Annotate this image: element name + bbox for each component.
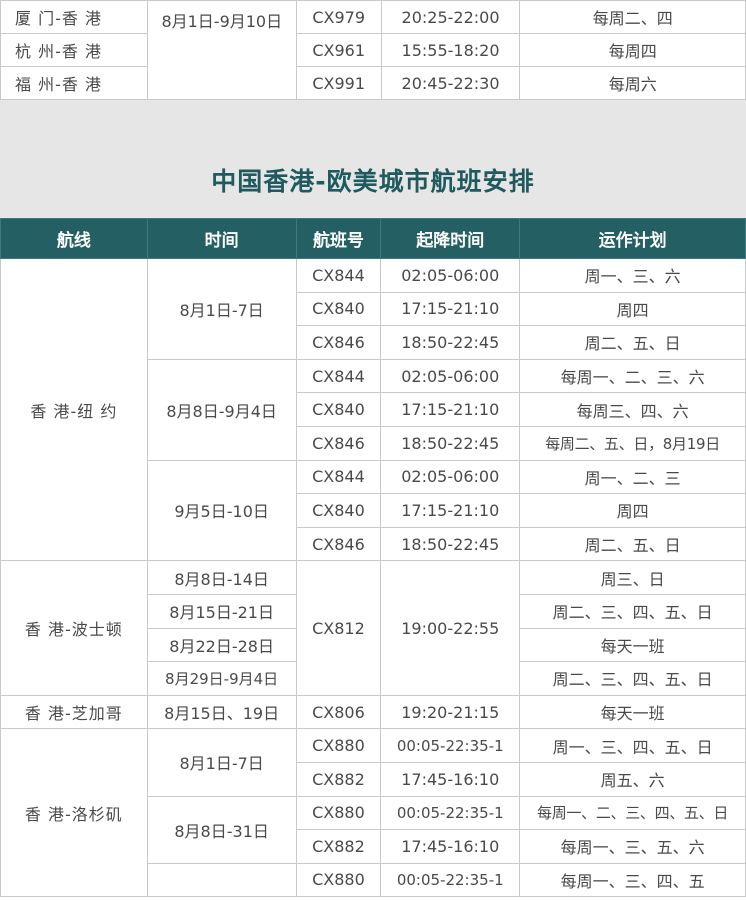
flight-cell: CX840	[295, 291, 382, 327]
flight-cell: CX844	[295, 358, 382, 394]
plan-cell: 每周一、三、四、五	[519, 862, 746, 898]
time-cell: 18:50-22:45	[380, 526, 521, 562]
plan-cell: 周五、六	[519, 761, 746, 797]
route-cell: 杭 州-香 港	[0, 33, 148, 67]
time-cell: 17:15-21:10	[380, 392, 521, 427]
table-row: 厦 门-香 港 8月1日-9月10日 CX979 20:25-22:00 每周二…	[0, 0, 746, 100]
header-plan: 运作计划	[519, 218, 746, 259]
time-cell: 19:20-21:15	[380, 694, 521, 730]
date-cell: 8月8日-31日	[146, 795, 297, 864]
flight-cell: CX846	[295, 526, 382, 562]
plan-cell: 每周二、四	[519, 0, 746, 34]
flight-cell: CX844	[295, 459, 382, 495]
time-cell: 00:05-22:35-1	[380, 795, 521, 831]
plan-cell: 周二、三、四、五、日	[519, 661, 746, 696]
section-title: 中国香港-欧美城市航班安排	[211, 167, 535, 196]
plan-cell: 每周六	[519, 66, 746, 100]
flight-cell: CX991	[295, 66, 382, 100]
plan-cell: 周三、日	[519, 560, 746, 595]
time-cell: 00:05-22:35-1	[380, 728, 521, 763]
plan-cell: 每天一班	[519, 694, 746, 730]
flight-cell: CX846	[295, 325, 382, 360]
flight-cell: CX882	[295, 829, 382, 864]
flight-cell: CX882	[295, 761, 382, 797]
table-row: 香 港-芝加哥 8月15日、19日 CX806 19:20-21:15 每天一班	[0, 694, 746, 730]
date-cell: 8月15日、19日	[146, 694, 297, 730]
section-banner: 中国香港-欧美城市航班安排	[0, 100, 746, 218]
plan-cell: 周二、三、四、五、日	[519, 593, 746, 629]
flight-cell: CX812	[295, 560, 382, 696]
table-header-row: 航线 时间 航班号 起降时间 运作计划	[0, 218, 746, 259]
time-cell: 02:05-06:00	[380, 358, 521, 394]
flight-cell: CX880	[295, 862, 382, 898]
plan-cell: 每周二、五、日，8月19日	[519, 425, 746, 461]
time-cell: 00:05-22:35-1	[380, 862, 521, 898]
time-cell: 19:00-22:55	[380, 560, 521, 696]
plan-cell: 周一、三、六	[519, 258, 746, 293]
time-cell: 17:45-16:10	[380, 761, 521, 797]
route-cell: 香 港-洛杉矶	[0, 728, 148, 898]
plan-cell: 周一、三、四、五、日	[519, 728, 746, 763]
time-cell: 02:05-06:00	[380, 459, 521, 495]
plan-cell: 周二、五、日	[519, 325, 746, 360]
flight-cell: CX961	[295, 33, 382, 67]
plan-cell: 每周一、三、五、六	[519, 829, 746, 864]
table-row: 香 港-波士顿 8月8日-14日 CX812 19:00-22:55 周三、日	[0, 560, 746, 696]
date-cell: 8月22日-28日	[146, 627, 297, 663]
time-cell: 20:25-22:00	[380, 0, 521, 34]
plan-cell: 每周四	[519, 33, 746, 67]
plan-cell: 周一、二、三	[519, 459, 746, 495]
schedule-table: 航线 时间 航班号 起降时间 运作计划 香 港-纽 约 8月1日-7日 CX84…	[0, 218, 746, 898]
flight-cell: CX840	[295, 493, 382, 528]
route-cell: 香 港-波士顿	[0, 560, 148, 696]
time-cell: 18:50-22:45	[380, 425, 521, 461]
time-cell: 17:15-21:10	[380, 291, 521, 327]
route-cell: 香 港-纽 约	[0, 257, 148, 562]
route-cell: 香 港-芝加哥	[0, 694, 148, 730]
plan-cell: 周四	[519, 291, 746, 327]
flight-cell: CX806	[295, 694, 382, 730]
flight-cell: CX844	[295, 258, 382, 293]
date-cell: 8月1日-9月10日	[146, 0, 297, 100]
time-cell: 18:50-22:45	[380, 325, 521, 360]
plan-cell: 每周三、四、六	[519, 392, 746, 427]
plan-cell: 每天一班	[519, 627, 746, 663]
time-cell: 17:15-21:10	[380, 493, 521, 528]
flight-cell: CX880	[295, 728, 382, 763]
date-cell: 8月8日-9月4日	[146, 358, 297, 461]
date-cell	[146, 862, 297, 898]
route-cell: 福 州-香 港	[0, 66, 148, 100]
table-row: 杭 州-香 港 CX961 15:55-18:20 每周四	[0, 33, 746, 67]
time-cell: 20:45-22:30	[380, 66, 521, 100]
flight-cell: CX880	[295, 795, 382, 831]
date-cell: 8月29日-9月4日	[146, 661, 297, 696]
time-cell: 15:55-18:20	[380, 33, 521, 67]
header-time: 起降时间	[380, 218, 521, 259]
flight-cell: CX846	[295, 425, 382, 461]
route-cell: 厦 门-香 港	[0, 0, 148, 34]
date-cell: 8月1日-7日	[146, 258, 297, 360]
date-cell: 8月1日-7日	[146, 728, 297, 797]
plan-cell: 每周一、二、三、六	[519, 358, 746, 394]
date-cell: 8月8日-14日	[146, 560, 297, 595]
plan-cell: 周二、五、日	[519, 526, 746, 562]
header-flight: 航班号	[295, 218, 382, 259]
plan-cell: 每周一、二、三、四、五、日	[519, 795, 746, 831]
time-cell: 17:45-16:10	[380, 829, 521, 864]
flight-cell: CX840	[295, 392, 382, 427]
table-row: 福 州-香 港 CX991 20:45-22:30 每周六	[0, 66, 746, 100]
header-date: 时间	[146, 218, 297, 259]
top-schedule-table: 厦 门-香 港 8月1日-9月10日 CX979 20:25-22:00 每周二…	[0, 0, 746, 100]
time-cell: 02:05-06:00	[380, 258, 521, 293]
flight-cell: CX979	[295, 0, 382, 34]
date-cell: 8月15日-21日	[146, 593, 297, 629]
date-cell: 9月5日-10日	[146, 459, 297, 562]
table-row: 香 港-洛杉矶 8月1日-7日 CX880 00:05-22:35-1 周一、三…	[0, 728, 746, 898]
plan-cell: 周四	[519, 493, 746, 528]
table-row: 香 港-纽 约 8月1日-7日 CX844 02:05-06:00 周一、三、六	[0, 257, 746, 562]
header-route: 航线	[0, 218, 148, 259]
